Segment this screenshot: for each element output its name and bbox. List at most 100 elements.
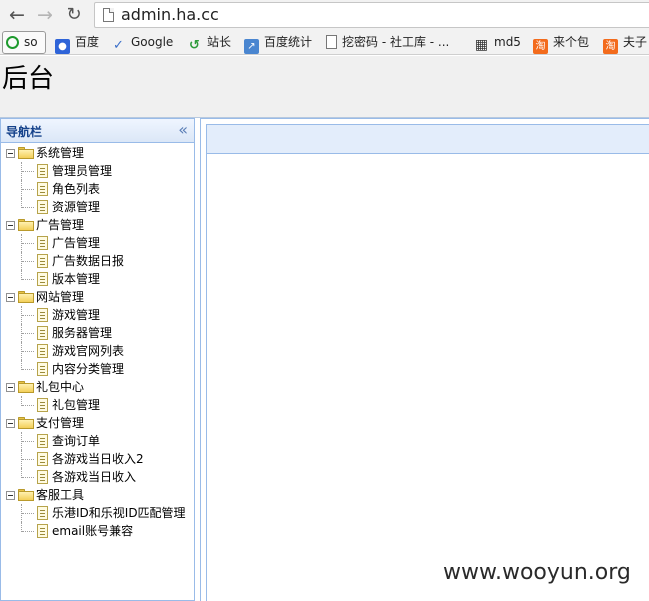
bookmark-so[interactable]: so [6,32,38,53]
bookmark-label: md5 [494,35,521,49]
bookmark-zhanzhang[interactable]: ↺ 站长 [187,32,231,53]
tree-connector [21,432,34,450]
tree-item[interactable]: email账号兼容 [1,522,194,540]
bookmark-label: 百度统计 [264,35,313,49]
tree-item-label: 游戏管理 [52,308,101,322]
forward-arrow-icon[interactable]: → [33,3,57,27]
tree-item-label: 资源管理 [52,200,101,214]
collapse-toggle-icon[interactable] [6,221,15,230]
browser-toolbar: ← → ↻ admin.ha.cc [0,0,649,30]
bookmark-fuzi[interactable]: 淘夫子 [603,32,648,54]
tree-item[interactable]: 各游戏当日收入2 [1,450,194,468]
tree-connector [21,396,34,406]
tree-item[interactable]: 游戏官网列表 [1,342,194,360]
tree-group[interactable]: 客服工具 [1,486,194,504]
tree-item-label: 广告数据日报 [52,254,125,268]
document-icon [37,200,48,214]
document-icon [37,164,48,178]
back-arrow-icon[interactable]: ← [5,3,29,27]
content-panel [206,124,649,601]
collapse-toggle-icon[interactable] [6,419,15,428]
tree-group-label: 礼包中心 [36,380,85,394]
tree-group[interactable]: 礼包中心 [1,378,194,396]
tree-group[interactable]: 网站管理 [1,288,194,306]
tree-item-label: 广告管理 [52,236,101,250]
bookmark-baidu-tongji[interactable]: ↗ 百度统计 [244,32,313,54]
tab-strip [207,125,649,154]
tree-group-label: 广告管理 [36,218,85,232]
nav-tree: 系统管理 管理员管理 角色列表 资源管理 广告管理 广告管理 广告数据日报 版本管理 网站管理游… [1,144,194,540]
bookmark-label: 夫子 [623,35,648,49]
reload-icon[interactable]: ↻ [62,3,86,27]
tree-group-label: 客服工具 [36,488,85,502]
document-icon [37,506,48,520]
tree-item[interactable]: 角色列表 [1,180,194,198]
tree-item-label: 版本管理 [52,272,101,286]
page-header: 后台 [0,56,649,118]
tree-connector [21,252,34,270]
tree-item-label: 角色列表 [52,182,101,196]
cnzz-icon: ↺ [189,38,200,53]
grid-icon: ▦ [474,37,489,53]
tree-item[interactable]: 各游戏当日收入 [1,468,194,486]
document-icon [37,434,48,448]
collapse-icon[interactable]: « [178,121,188,139]
document-icon [37,326,48,340]
tree-item[interactable]: 乐港ID和乐视ID匹配管理 [1,504,194,522]
tree-item-label: 各游戏当日收入 [52,470,137,484]
folder-open-icon [18,417,34,429]
tree-item[interactable]: 版本管理 [1,270,194,288]
document-icon [37,308,48,322]
tree-group[interactable]: 广告管理 [1,216,194,234]
360-search-icon [6,36,19,49]
tree-item-label: 管理员管理 [52,164,113,178]
collapse-toggle-icon[interactable] [6,491,15,500]
document-icon [37,254,48,268]
collapse-toggle-icon[interactable] [6,383,15,392]
collapse-toggle-icon[interactable] [6,149,15,158]
tree-item[interactable]: 礼包管理 [1,396,194,414]
tree-item[interactable]: 内容分类管理 [1,360,194,378]
document-icon [37,470,48,484]
tree-connector [21,234,34,252]
document-icon [37,524,48,538]
address-bar[interactable]: admin.ha.cc [94,2,649,28]
bookmarks-bar: so ● 百度 ✓ Google ↺ 站长 ↗ 百度统计 挖密码 - 社工库 - ...… [0,30,649,55]
bookmark-label: 百度 [75,35,100,49]
page-icon [103,8,114,22]
collapse-toggle-icon[interactable] [6,293,15,302]
tree-group-label: 网站管理 [36,290,85,304]
bookmark-baidu[interactable]: ● 百度 [55,32,100,54]
tree-group[interactable]: 支付管理 [1,414,194,432]
bookmark-google[interactable]: ✓ Google [111,32,173,53]
url-text: admin.ha.cc [121,5,219,24]
bookmark-label: 挖密码 - 社工库 - ... [342,35,450,49]
document-icon [37,362,48,376]
tree-item[interactable]: 广告数据日报 [1,252,194,270]
tree-item[interactable]: 管理员管理 [1,162,194,180]
bookmark-label: Google [131,35,174,49]
tree-connector [21,522,34,532]
content-area [207,154,649,601]
document-icon [37,272,48,286]
tree-item-label: 各游戏当日收入2 [52,452,144,466]
nav-panel-header: 导航栏 « [1,119,194,143]
nav-panel-title: 导航栏 [6,125,43,139]
folder-open-icon [18,219,34,231]
tree-item[interactable]: 资源管理 [1,198,194,216]
bookmark-laigebao[interactable]: 淘来个包 [533,32,590,54]
tree-item[interactable]: 广告管理 [1,234,194,252]
tree-item[interactable]: 游戏管理 [1,306,194,324]
tree-connector [21,324,34,342]
folder-open-icon [18,489,34,501]
bookmark-wamima[interactable]: 挖密码 - 社工库 - ... [326,32,449,53]
tree-connector [21,450,34,468]
bookmark-label: 来个包 [553,35,590,49]
tree-item[interactable]: 服务器管理 [1,324,194,342]
tree-group[interactable]: 系统管理 [1,144,194,162]
document-icon [37,182,48,196]
tree-item[interactable]: 查询订单 [1,432,194,450]
chart-icon: ↗ [244,39,259,54]
tree-connector [21,270,34,280]
bookmark-md5[interactable]: ▦ md5 [474,32,521,53]
